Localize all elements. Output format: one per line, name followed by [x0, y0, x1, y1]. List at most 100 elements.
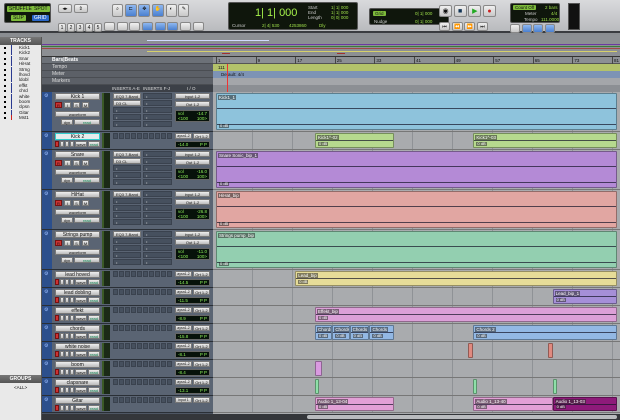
track-playlist-lane[interactable]	[213, 360, 620, 378]
insert-slot-empty[interactable]	[113, 289, 118, 295]
volume-pan-display[interactable]: vol -26.8 <100 100>	[175, 208, 210, 220]
insert-slot-empty[interactable]	[143, 307, 148, 313]
insert-slot-empty[interactable]	[161, 343, 166, 349]
insert-slot-empty[interactable]	[137, 361, 142, 367]
insert-slot-empty[interactable]	[131, 307, 136, 313]
group-all[interactable]: <ALL>	[0, 385, 41, 390]
mute-button[interactable]	[70, 405, 74, 411]
insert-slot-empty[interactable]	[113, 397, 118, 403]
insert-plugin[interactable]: EQ3 7-Band	[113, 191, 141, 197]
automation-mode-selector[interactable]: read	[74, 177, 100, 183]
insert-slot-empty[interactable]	[119, 397, 124, 403]
track-view-selector[interactable]: wave	[75, 315, 87, 321]
track-view-selector[interactable]: waveform	[55, 249, 100, 255]
rewind-button[interactable]: ⏪	[451, 22, 463, 31]
link-timeline-button[interactable]	[116, 22, 128, 31]
insert-slot-empty[interactable]	[149, 289, 154, 295]
input-monitor-button[interactable]	[60, 351, 64, 357]
input-selector[interactable]: aysn1-2	[175, 361, 192, 367]
insert-slot-empty[interactable]	[113, 307, 118, 313]
automation-mode-selector[interactable]: read	[88, 405, 100, 411]
track-view-selector[interactable]: wave	[75, 333, 87, 339]
mute-button[interactable]: M	[82, 200, 89, 206]
input-selector[interactable]: input 1	[175, 397, 192, 403]
volume-pan-display[interactable]: vol -14.7 <100 100>	[175, 110, 210, 122]
track-options-gear-icon[interactable]: ⚙	[44, 191, 48, 197]
meter-ruler-label[interactable]: Meter	[42, 71, 213, 78]
input-selector[interactable]: aysn1-2	[175, 325, 192, 331]
output-selector[interactable]: Out 1-2	[175, 199, 210, 205]
insert-slot-empty[interactable]: •	[143, 100, 172, 106]
grabber-tool-icon[interactable]: ✋	[152, 4, 165, 17]
meter-marker[interactable]: Default: 4/4	[221, 72, 244, 77]
track-name[interactable]: Strings pump	[55, 231, 100, 238]
bars-beats-ruler-label[interactable]: Bars|Beats	[42, 57, 213, 64]
insert-slot-empty[interactable]	[149, 361, 154, 367]
show-hide-dot-icon[interactable]	[4, 73, 6, 76]
track-view-selector[interactable]: wave	[75, 279, 87, 285]
insert-slot-empty[interactable]: •	[143, 93, 172, 99]
track-name[interactable]: chords	[55, 325, 100, 332]
insert-plugin[interactable]: D3 CL	[113, 158, 141, 164]
volume-value[interactable]: -15.8	[178, 334, 188, 339]
automation-mode-selector[interactable]: read	[88, 315, 100, 321]
mute-button[interactable]	[70, 387, 74, 393]
solo-button[interactable]: S	[73, 200, 80, 206]
mute-button[interactable]: M	[82, 240, 89, 246]
input-monitor-button[interactable]: I	[64, 240, 71, 246]
volume-display[interactable]: -14.5 P P	[175, 279, 210, 286]
nudge-value[interactable]: 0| 1| 000	[415, 19, 432, 24]
track-name[interactable]: Gitar	[55, 397, 100, 404]
track-view-selector[interactable]: waveform	[55, 209, 100, 215]
audio-clip[interactable]: Strings pump_bip 0 dB	[216, 231, 617, 268]
input-selector[interactable]: aysn1-2	[175, 133, 192, 139]
automation-mode-selector[interactable]: read	[74, 119, 100, 125]
clip-gain-label[interactable]: 0 dB	[318, 316, 329, 320]
volume-value[interactable]: -14.0	[178, 142, 188, 147]
insert-slot-empty[interactable]	[143, 325, 148, 331]
insert-slot-empty[interactable]: •	[143, 172, 172, 178]
insert-slot-empty[interactable]: •	[113, 252, 141, 258]
audio-clip[interactable]	[473, 379, 478, 394]
insert-slot-empty[interactable]: •	[113, 219, 141, 225]
insert-slot-empty[interactable]	[161, 361, 166, 367]
track-name[interactable]: Snare	[55, 151, 100, 158]
output-selector[interactable]: Ort 1-2	[193, 133, 210, 139]
zoom-preset-button[interactable]: 1	[58, 23, 66, 32]
track-options-gear-icon[interactable]: ⚙	[44, 133, 48, 139]
insert-slot-empty[interactable]	[119, 361, 124, 367]
insert-slot-empty[interactable]	[131, 361, 136, 367]
automation-dyn-button[interactable]: dyn	[61, 177, 73, 183]
insert-slot-empty[interactable]	[125, 307, 130, 313]
insert-slot-empty[interactable]: •	[143, 179, 172, 185]
groups-panel-title[interactable]: GROUPS	[0, 375, 41, 383]
output-selector[interactable]: Ort 1-2	[193, 361, 210, 367]
mute-button[interactable]: M	[82, 160, 89, 166]
volume-pan-display[interactable]: vol -16.0 <100 100>	[175, 168, 210, 180]
clip-gain-label[interactable]: 0 dB	[219, 222, 230, 226]
show-hide-dot-icon[interactable]	[4, 100, 6, 103]
clip-gain-label[interactable]: 0 dB	[352, 334, 363, 338]
trim-tool-icon[interactable]: ⊏	[124, 4, 137, 17]
input-monitor-button[interactable]	[60, 387, 64, 393]
nudge-label[interactable]: Nudge	[374, 19, 387, 24]
track-playlist-lane[interactable]	[213, 342, 620, 360]
solo-button[interactable]	[65, 405, 69, 411]
volume-pan-display[interactable]: vol -11.0 <100 100>	[175, 248, 210, 260]
solo-button[interactable]: S	[73, 240, 80, 246]
return-to-zero-button[interactable]: ⏮	[439, 22, 450, 31]
audio-clip[interactable]: Audio 1_13-04 0 dB	[315, 397, 395, 411]
show-hide-dot-icon[interactable]	[4, 106, 6, 109]
input-monitor-button[interactable]	[60, 297, 64, 303]
clip-gain-label[interactable]: 0 dB	[318, 334, 329, 338]
volume-display[interactable]: -15.8 P P	[175, 333, 210, 340]
volume-display[interactable]: -13.1 P P	[175, 387, 210, 394]
volume-display[interactable]: -8.4 P P	[175, 369, 210, 376]
insert-slot-empty[interactable]	[143, 343, 148, 349]
track-name[interactable]: white noise	[55, 343, 100, 350]
record-enable-button[interactable]: R	[55, 240, 62, 246]
output-selector[interactable]: Out 1-2	[175, 239, 210, 245]
insert-slot-empty[interactable]	[155, 343, 160, 349]
insert-slot-empty[interactable]	[155, 379, 160, 385]
track-playlist-lane[interactable]: Kick1_1 0 dB	[213, 92, 620, 132]
